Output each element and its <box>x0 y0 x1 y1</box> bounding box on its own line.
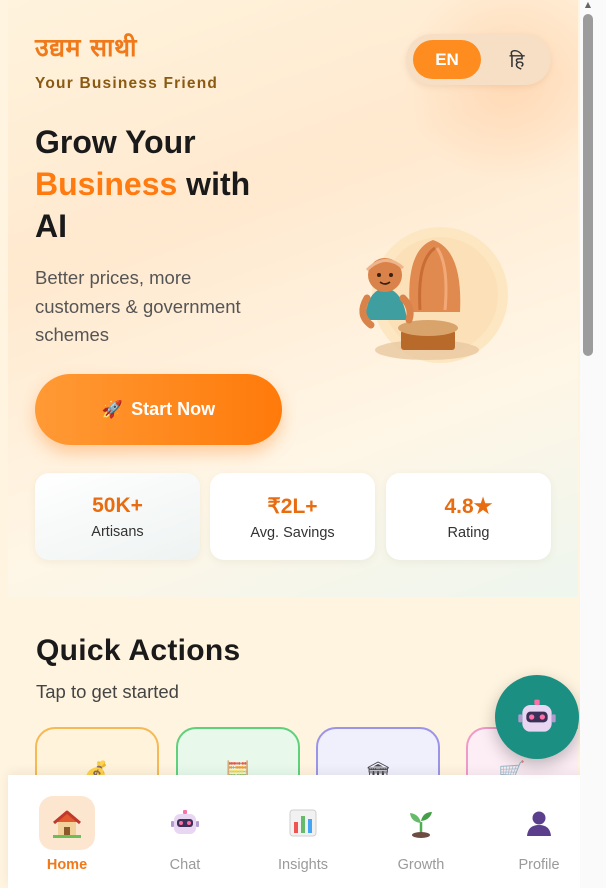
stat-label: Artisans <box>91 524 144 540</box>
robot-icon <box>157 796 213 850</box>
headline-accent: Business <box>35 166 178 202</box>
stat-label: Rating <box>447 525 490 541</box>
language-toggle[interactable]: EN हि <box>406 34 551 85</box>
stat-label: Avg. Savings <box>250 525 335 541</box>
house-icon <box>39 796 95 850</box>
ai-assistant-fab[interactable] <box>495 675 579 759</box>
headline-ai: AI <box>35 208 67 244</box>
language-option-hindi[interactable]: हि <box>492 40 542 79</box>
stat-value: 4.8★ <box>444 495 493 518</box>
headline-with: with <box>186 166 251 202</box>
start-now-button[interactable]: 🚀 Start Now <box>35 374 282 445</box>
artisan-illustration-svg <box>359 227 508 363</box>
stat-card-savings: ₹2L+ Avg. Savings <box>210 473 375 560</box>
person-icon <box>511 796 567 850</box>
stat-card-rating: 4.8★ Rating <box>386 473 551 560</box>
stat-value: 50K+ <box>92 494 143 517</box>
headline-line-1: Grow Your <box>35 124 196 160</box>
hero-subtext: Better prices, more customers & governme… <box>35 267 241 345</box>
brand-name: उद्यम साथी <box>35 33 137 62</box>
start-now-label: Start Now <box>131 399 216 419</box>
nav-label: Insights <box>278 857 328 873</box>
nav-label: Home <box>46 857 88 873</box>
nav-label: Chat <box>169 857 201 873</box>
brand-tagline: Your Business Friend <box>35 75 219 92</box>
hero-headline: Grow Your Business with AI <box>35 121 335 247</box>
robot-icon <box>518 699 556 732</box>
seedling-icon <box>393 796 449 850</box>
scroll-up-arrow-icon[interactable]: ▲ <box>583 0 593 10</box>
rocket-icon: 🚀 <box>101 399 124 419</box>
page-scrollbar[interactable]: ▲ <box>580 0 606 888</box>
nav-item-chat[interactable]: Chat <box>126 775 244 888</box>
nav-item-insights[interactable]: Insights <box>244 775 362 888</box>
artisan-illustration <box>345 220 515 370</box>
hero-glow <box>398 0 578 180</box>
scrollbar-thumb[interactable] <box>583 14 593 356</box>
nav-label: Growth <box>397 857 445 873</box>
nav-item-growth[interactable]: Growth <box>362 775 480 888</box>
quick-actions-title: Quick Actions <box>36 634 241 667</box>
bar-chart-icon <box>275 796 331 850</box>
stat-value: ₹2L+ <box>267 495 318 518</box>
language-option-english[interactable]: EN <box>413 40 481 79</box>
quick-actions-subtitle: Tap to get started <box>36 681 179 702</box>
nav-item-home[interactable]: Home <box>8 775 126 888</box>
stat-card-artisans: 50K+ Artisans <box>35 473 200 560</box>
bottom-navigation: Home Chat Insights Growth Profile <box>8 775 599 888</box>
